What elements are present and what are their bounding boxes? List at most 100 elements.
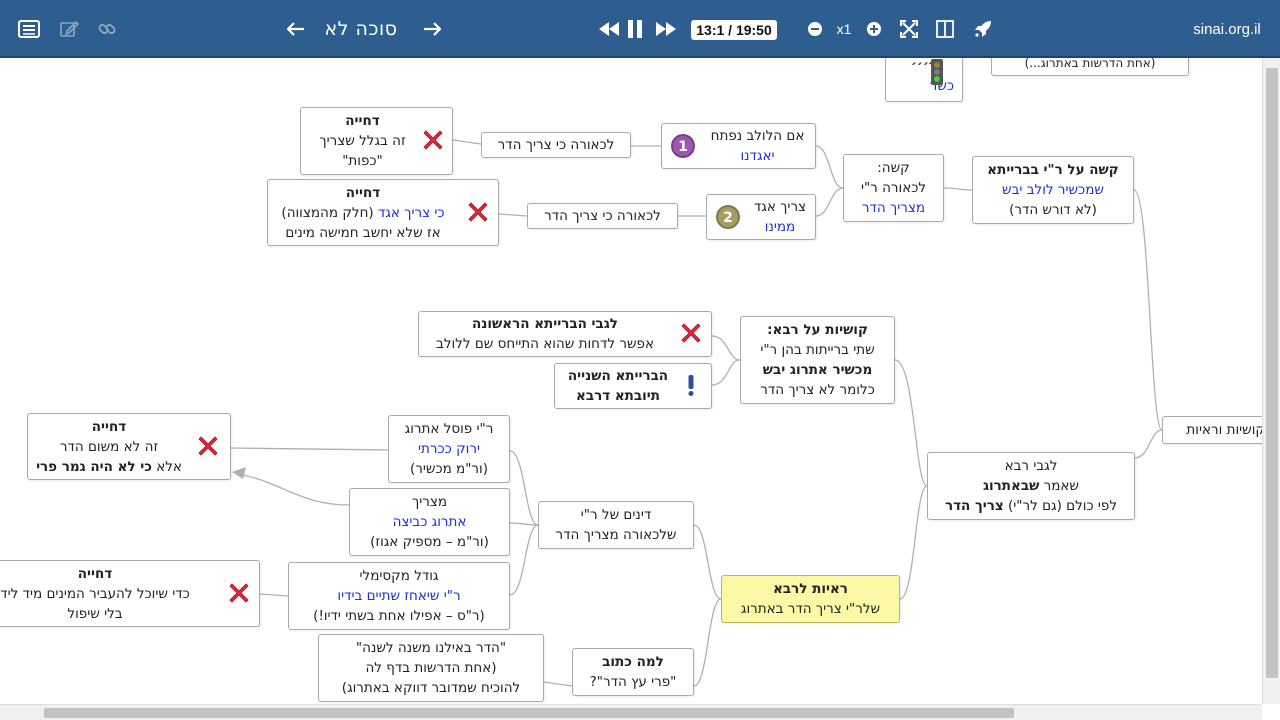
node-legabei-rava-line2a: שאמר	[1039, 478, 1079, 494]
node-kosher-top-text: כשר	[929, 78, 954, 94]
node-dechiya-2[interactable]: דחייה כי צריך אגד (חלק מהמצווה) אז שלא י…	[267, 179, 499, 246]
node-lulav-niftach-title: אם הלולב נפתח	[710, 128, 805, 144]
node-dechiya-3[interactable]: דחייה זה לא משום הדר אלא כי לא היה גמר פ…	[27, 413, 231, 480]
next-button[interactable]	[420, 0, 444, 58]
node-godel-line2: ר"י שיאחז שתיים בידיו	[337, 588, 461, 604]
node-legabei-rava[interactable]: לגבי רבא שאמר שבאתרוג לפי כולם (גם לר"י)…	[927, 452, 1135, 520]
node-lechaora-1[interactable]: לכאורה כי צריך הדר	[481, 132, 631, 158]
node-hadar[interactable]: "הדר באילנו משנה לשנה" (אחת הדרשות בדף ל…	[318, 634, 544, 702]
node-dechiya-2-title: דחייה	[345, 184, 381, 201]
node-lechaora-2[interactable]: לכאורה כי צריך הדר	[527, 203, 678, 229]
split-view-button[interactable]	[934, 0, 956, 58]
node-rei-posel[interactable]: ר"י פוסל אתרוג ירוק ככרתי (ור"מ מכשיר)	[388, 415, 510, 483]
zoom-out-icon	[807, 21, 823, 37]
site-link[interactable]: sinai.org.il	[1188, 0, 1266, 58]
node-kushiyot-reayot-text: קושיות וראיות	[1186, 422, 1262, 438]
pause-icon	[627, 20, 643, 38]
fullscreen-icon	[900, 20, 918, 38]
list-icon	[18, 20, 40, 38]
node-top-right-stub-text: (אחת הדרשות באתרוג...)	[1024, 58, 1156, 70]
vertical-scrollbar[interactable]	[1262, 58, 1280, 704]
node-matzrich[interactable]: מצריך אתרוג כביצה (ור"מ – מספיק אגוז)	[349, 488, 510, 556]
node-legabei-rava-line3a: לפי כולם (גם לר"י)	[1003, 498, 1118, 514]
node-rei-posel-line2: ירוק ככרתי	[418, 441, 480, 457]
node-dechiya-1[interactable]: דחייה זה בגלל שצריך "כפות"	[300, 107, 453, 175]
fast-forward-icon	[655, 21, 677, 37]
node-legabei-rava-line2b: שבאתרוג	[983, 478, 1040, 494]
node-dechiya-2-line2a: כי צריך אגד	[377, 204, 445, 221]
node-rei-posel-line3: (ור"מ מכשיר)	[409, 461, 488, 477]
node-godel-line3: (ר"ס – אפילו אחת בשתי ידיו!)	[313, 608, 485, 624]
horizontal-scroll-thumb[interactable]	[44, 708, 1014, 718]
node-dinim-title: דינים של ר"י	[580, 507, 652, 523]
horizontal-scrollbar[interactable]	[0, 704, 1262, 720]
node-dechiya-2-line3: אז שלא יחשב חמישה מינים	[285, 224, 441, 241]
node-legabei-rava-title: לגבי רבא	[1004, 458, 1058, 474]
node-dechiya-4-line3: בלי שיפול	[67, 605, 123, 622]
node-kushiyot-rava[interactable]: קושיות על רבא: שתי ברייתות בהן ר"י מכשיר…	[740, 316, 895, 404]
node-kosher-top[interactable]: ד׳׳׳ כשר	[885, 58, 963, 102]
node-dechiya-3-line2: זה לא משום הדר	[59, 438, 159, 455]
node-dechiya-1-line2: זה בגלל שצריך	[319, 133, 406, 149]
mindmap-canvas[interactable]: ד׳׳׳ כשר (אחת הדרשות באתרוג...) קשה על ר…	[0, 58, 1262, 704]
node-braita-rishona-line2: אפשר לדחות שהוא התייחס שם ללולב	[436, 336, 654, 352]
node-kasha-reisha-line2: שמכשיר לולב יבש	[1002, 182, 1104, 198]
node-braita-rishona-title: לגבי הברייתא הראשונה	[472, 316, 618, 332]
node-hadar-title: "הדר באילנו משנה לשנה"	[355, 640, 507, 656]
zoom-in-button[interactable]	[865, 0, 883, 58]
node-kushiyot-rava-title: קושיות על רבא:	[767, 322, 868, 338]
split-view-icon	[936, 20, 954, 38]
pause-button[interactable]	[624, 0, 646, 58]
node-dechiya-1-line3: "כפות"	[342, 153, 383, 169]
node-lama-katuv-line2: "פרי עץ הדר"?	[589, 674, 677, 690]
node-hadar-line3: להוכיח שמדובר דווקא באתרוג)	[341, 680, 521, 696]
vertical-scroll-thumb[interactable]	[1266, 68, 1278, 678]
edit-button[interactable]	[56, 0, 82, 58]
node-kasha-line2: לכאורה ר"י	[860, 180, 927, 196]
svg-text:2: 2	[723, 210, 733, 226]
arrow-left-icon	[287, 22, 305, 36]
node-braita-shniya-title: הברייתא השנייה	[567, 368, 669, 384]
node-kasha-title: קשה:	[877, 160, 910, 176]
node-kasha-reisha[interactable]: קשה על ר"י בברייתא שמכשיר לולב יבש (לא ד…	[972, 156, 1134, 224]
forward-button[interactable]	[654, 0, 678, 58]
node-matzrich-title: מצריך	[411, 494, 448, 510]
node-braita-shniya[interactable]: הברייתא השנייה תיובתא דרבא	[554, 363, 712, 409]
reject-x-icon	[464, 200, 490, 226]
node-kushiyot-reayot[interactable]: קושיות וראיות	[1162, 416, 1262, 444]
node-kasha-reisha-line3: (לא דורש הדר)	[1009, 202, 1097, 218]
node-braita-rishona[interactable]: לגבי הברייתא הראשונה אפשר לדחות שהוא התי…	[418, 311, 712, 357]
node-lulav-niftach[interactable]: 1 אם הלולב נפתח יאגדנו	[661, 123, 816, 169]
priority-2-icon: 2	[715, 204, 741, 230]
node-kasha-line3: מצריך הדר	[861, 200, 926, 216]
node-dechiya-4[interactable]: דחייה כדי שיוכל להעביר המינים מיד ליד בל…	[0, 560, 260, 627]
svg-text:1: 1	[678, 139, 688, 155]
zoom-out-button[interactable]	[806, 0, 824, 58]
top-toolbar: סוכה לא 13:1 / 19:50 x1 sinai.org.il	[0, 0, 1280, 58]
node-hadar-line2: (אחת הדרשות בדף לה	[365, 660, 497, 676]
fullscreen-button[interactable]	[898, 0, 920, 58]
time-display: 13:1 / 19:50	[691, 20, 777, 40]
node-kasha[interactable]: קשה: לכאורה ר"י מצריך הדר	[843, 154, 944, 222]
node-tzarich-eged[interactable]: 2 צריך אגד ממינו	[706, 194, 816, 240]
menu-button[interactable]	[16, 0, 42, 58]
node-legabei-rava-line3b: צריך הדר	[944, 498, 1004, 514]
node-top-right-stub[interactable]: (אחת הדרשות באתרוג...)	[991, 58, 1189, 76]
node-lechaora-2-text: לכאורה כי צריך הדר	[544, 208, 661, 224]
launch-button[interactable]	[972, 0, 994, 58]
rewind-button[interactable]	[597, 0, 621, 58]
node-dinim[interactable]: דינים של ר"י שלכאורה מצריך הדר	[538, 501, 694, 549]
prev-button[interactable]	[284, 0, 308, 58]
reject-x-icon	[225, 581, 251, 607]
node-dechiya-2-line2b: (חלק מהמצווה)	[281, 204, 378, 221]
priority-1-icon: 1	[670, 133, 696, 159]
node-dechiya-4-title: דחייה	[77, 565, 113, 582]
node-kasha-reisha-title: קשה על ר"י בברייתא	[987, 162, 1119, 178]
node-lulav-niftach-line2: יאגדנו	[740, 148, 775, 164]
node-godel[interactable]: גודל מקסימלי ר"י שיאחז שתיים בידיו (ר"ס …	[288, 562, 510, 630]
node-reayot-lerava[interactable]: ראיות לרבא שלר"י צריך הדר באתרוג	[721, 575, 900, 623]
node-lama-katuv[interactable]: למה כתוב "פרי עץ הדר"?	[572, 648, 694, 696]
link-button[interactable]	[94, 0, 120, 58]
node-tzarich-eged-title: צריך אגד	[753, 199, 807, 215]
site-link-text: sinai.org.il	[1193, 20, 1261, 38]
